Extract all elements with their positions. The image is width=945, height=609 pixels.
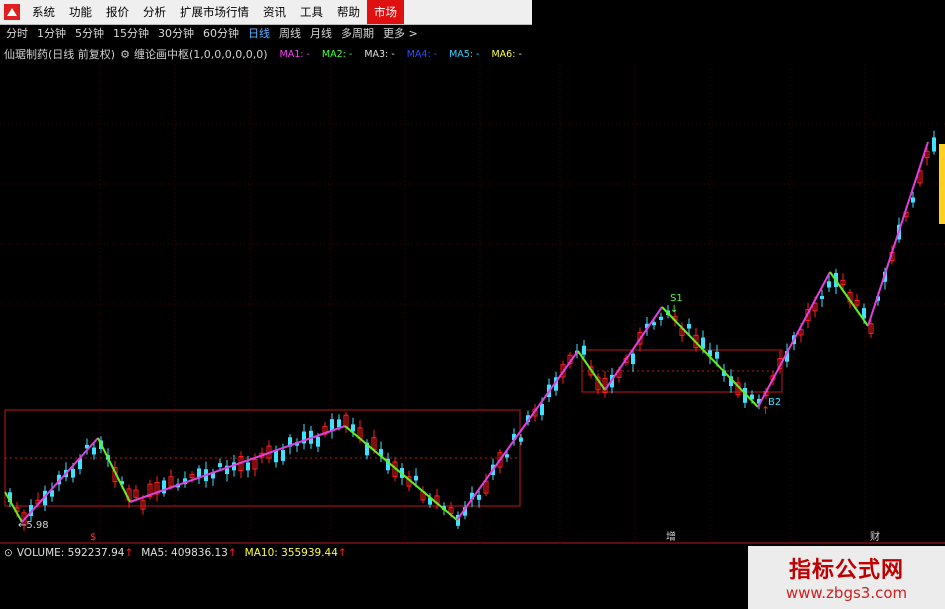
up-stroke <box>456 350 579 521</box>
ma3-legend: MA3: - <box>364 48 395 60</box>
gear-icon[interactable]: ⚙ <box>120 48 130 61</box>
volume-ma5: MA5: 409836.13↑ <box>141 547 237 559</box>
app-logo-icon <box>4 4 20 20</box>
menu-item-system[interactable]: 系统 <box>25 0 62 24</box>
ma6-legend: MA6: - <box>491 48 522 60</box>
last-price-marker <box>939 144 945 224</box>
volume-ma10: MA10: 355939.44↑ <box>244 547 347 559</box>
menu-item-analysis[interactable]: 分析 <box>136 0 173 24</box>
candles <box>8 130 936 531</box>
tab-weekly[interactable]: 周线 <box>276 25 304 43</box>
menu-item-help[interactable]: 帮助 <box>330 0 367 24</box>
down-stroke <box>829 271 869 327</box>
candle-body <box>71 468 75 478</box>
candle-body <box>820 295 824 299</box>
buy-arrow-icon: ↑ <box>761 404 770 417</box>
down-stroke <box>97 437 131 503</box>
tab-intraday[interactable]: 分时 <box>3 25 31 43</box>
date-marker-3: 财 <box>870 530 880 543</box>
watermark-banner: 指标公式网 www.zbgs3.com <box>748 546 945 609</box>
candle-body <box>197 468 201 478</box>
candle-body <box>631 353 635 365</box>
market-button[interactable]: 市场 <box>367 0 404 24</box>
collapse-icon[interactable]: ⊙ <box>4 547 13 559</box>
ma2-legend: MA2: - <box>321 48 353 60</box>
candle-body <box>582 345 586 355</box>
tab-1min[interactable]: 1分钟 <box>34 25 69 43</box>
candle-body <box>519 437 523 442</box>
candle-body <box>715 351 719 359</box>
candle-body <box>540 404 544 416</box>
chart-info-bar: 仙琚制药(日线 前复权) ⚙ 缠论画中枢(1,0,0,0,0,0,0) MA1:… <box>0 46 522 62</box>
candle-body <box>274 450 278 463</box>
menu-item-news[interactable]: 资讯 <box>256 0 293 24</box>
down-stroke <box>4 491 23 523</box>
candle-body <box>652 322 656 326</box>
up-stroke <box>757 271 831 408</box>
tab-60min[interactable]: 60分钟 <box>200 25 242 43</box>
candle-body <box>281 450 285 461</box>
candle-body <box>414 475 418 481</box>
sell-arrow-icon: ↓ <box>670 304 678 315</box>
up-stroke <box>21 437 99 523</box>
candle-body <box>505 454 509 458</box>
volume-bar: ⊙ VOLUME: 592237.94↑ MA5: 409836.13↑ MA1… <box>0 544 355 562</box>
up-stroke <box>867 141 929 327</box>
candle-body <box>477 494 481 500</box>
sell-signal-label: S1 <box>670 293 683 304</box>
watermark-title: 指标公式网 <box>788 558 904 583</box>
date-marker-2: 增 <box>666 530 676 543</box>
candle-body <box>316 436 320 447</box>
menu-item-quotes[interactable]: 报价 <box>99 0 136 24</box>
chart-grid <box>0 64 945 542</box>
candle-body <box>687 323 691 329</box>
candle-body <box>92 447 96 455</box>
menu-bar: 系统 功能 报价 分析 扩展市场行情 资讯 工具 帮助 市场 <box>0 0 532 25</box>
period-toolbar: 分时 1分钟 5分钟 15分钟 30分钟 60分钟 日线 周线 月线 多周期 更… <box>0 25 421 43</box>
tab-multi-period[interactable]: 多周期 <box>338 25 377 43</box>
candle-body <box>911 197 915 203</box>
tab-daily[interactable]: 日线 <box>245 25 273 43</box>
tab-more[interactable]: 更多 > <box>380 25 421 43</box>
up-stroke <box>129 425 346 503</box>
watermark-url: www.zbgs3.com <box>785 584 908 602</box>
volume-value: VOLUME: 592237.94↑ <box>16 547 134 559</box>
menu-item-tools[interactable]: 工具 <box>293 0 330 24</box>
tab-30min[interactable]: 30分钟 <box>155 25 197 43</box>
candle-body <box>218 463 222 467</box>
ma5-legend: MA5: - <box>449 48 480 60</box>
menu-item-function[interactable]: 功能 <box>62 0 99 24</box>
candle-body <box>827 281 831 288</box>
tab-monthly[interactable]: 月线 <box>307 25 335 43</box>
up-stroke <box>604 306 663 391</box>
ma4-legend: MA4: - <box>406 48 438 60</box>
indicator-name[interactable]: 缠论画中枢(1,0,0,0,0,0,0) <box>134 46 268 62</box>
candle-body <box>932 137 936 152</box>
candle-body <box>337 419 341 428</box>
low-price-label: ←5.98 <box>18 520 49 531</box>
date-marker-1: $ <box>90 532 96 543</box>
candle-body <box>246 462 250 471</box>
menu-item-extended-market[interactable]: 扩展市场行情 <box>173 0 256 24</box>
stock-title: 仙琚制药(日线 前复权) <box>4 48 116 61</box>
candle-body <box>659 316 663 320</box>
candlestick-chart[interactable]: ←5.98 S1 ↓ B2 ↑ $ 增 财 <box>0 64 945 544</box>
tab-15min[interactable]: 15分钟 <box>110 25 152 43</box>
ma1-legend: MA1: - <box>279 48 310 60</box>
tab-5min[interactable]: 5分钟 <box>72 25 107 43</box>
